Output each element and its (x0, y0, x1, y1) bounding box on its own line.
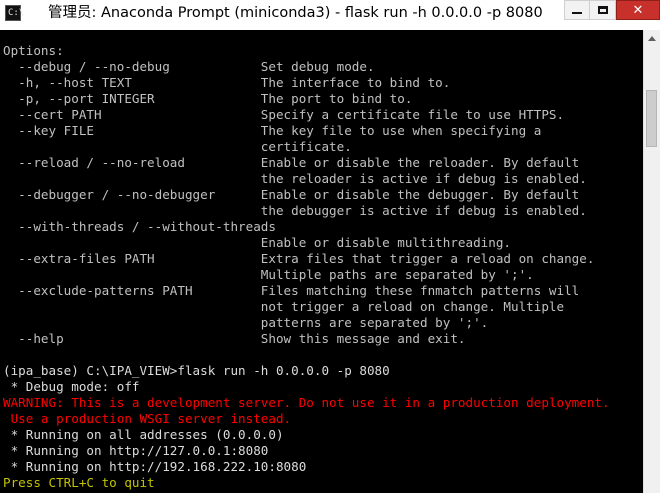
console-line: patterns are separated by ';'. (3, 315, 489, 330)
console-line: -h, --host TEXT The interface to bind to… (3, 75, 451, 90)
console-line: * Running on http://192.168.222.10:8080 (3, 459, 307, 474)
console-line: --with-threads / --without-threads (3, 219, 276, 234)
console-window: C:\ 管理员: Anaconda Prompt (miniconda3) - … (0, 0, 660, 493)
console-line: (ipa_base) C:\IPA_VIEW>flask run -h 0.0.… (3, 363, 390, 378)
console-line: * Running on http://127.0.0.1:8080 (3, 443, 269, 458)
console-line: --key FILE The key file to use when spec… (3, 123, 542, 138)
console-line: Enable or disable multithreading. (3, 235, 511, 250)
console-line: the reloader is active if debug is enabl… (3, 171, 587, 186)
maximize-icon (597, 6, 608, 14)
console-line: WARNING: This is a development server. D… (3, 395, 610, 410)
close-button[interactable]: ✕ (616, 0, 660, 20)
console-line: Options: (3, 43, 64, 58)
window-title: 管理员: Anaconda Prompt (miniconda3) - flas… (48, 5, 543, 21)
vertical-scrollbar[interactable] (643, 30, 660, 493)
minimize-icon (572, 12, 582, 14)
console-line: --extra-files PATH Extra files that trig… (3, 251, 595, 266)
console-line: Use a production WSGI server instead. (3, 411, 292, 426)
console-line: certificate. (3, 139, 352, 154)
terminal-icon-glyph: C:\ (8, 8, 25, 18)
console-line: Multiple paths are separated by ';'. (3, 267, 534, 282)
minimize-button[interactable] (564, 0, 590, 20)
console-line: -p, --port INTEGER The port to bind to. (3, 91, 413, 106)
terminal-icon[interactable]: C:\ (5, 5, 25, 21)
close-icon: ✕ (632, 2, 644, 18)
maximize-button[interactable] (590, 0, 616, 20)
console-line: --help Show this message and exit. (3, 331, 466, 346)
console-line: --debugger / --no-debugger Enable or dis… (3, 187, 580, 202)
console-line: * Debug mode: off (3, 379, 140, 394)
scrollbar-thumb[interactable] (646, 90, 657, 147)
console-line: Press CTRL+C to quit (3, 475, 155, 490)
console-line: --exclude-patterns PATH Files matching t… (3, 283, 580, 298)
console-line: --cert PATH Specify a certificate file t… (3, 107, 565, 122)
console-line: --debug / --no-debug Set debug mode. (3, 59, 375, 74)
console-output[interactable]: Options: --debug / --no-debug Set debug … (0, 30, 643, 493)
scroll-up-arrow-icon[interactable] (644, 30, 660, 47)
console-lines: Options: --debug / --no-debug Set debug … (3, 43, 610, 491)
console-line: * Running on all addresses (0.0.0.0) (3, 427, 284, 442)
console-line: the debugger is active if debug is enabl… (3, 203, 587, 218)
console-line: not trigger a reload on change. Multiple (3, 299, 565, 314)
title-bar[interactable]: C:\ 管理员: Anaconda Prompt (miniconda3) - … (0, 0, 660, 30)
console-line: --reload / --no-reload Enable or disable… (3, 155, 580, 170)
